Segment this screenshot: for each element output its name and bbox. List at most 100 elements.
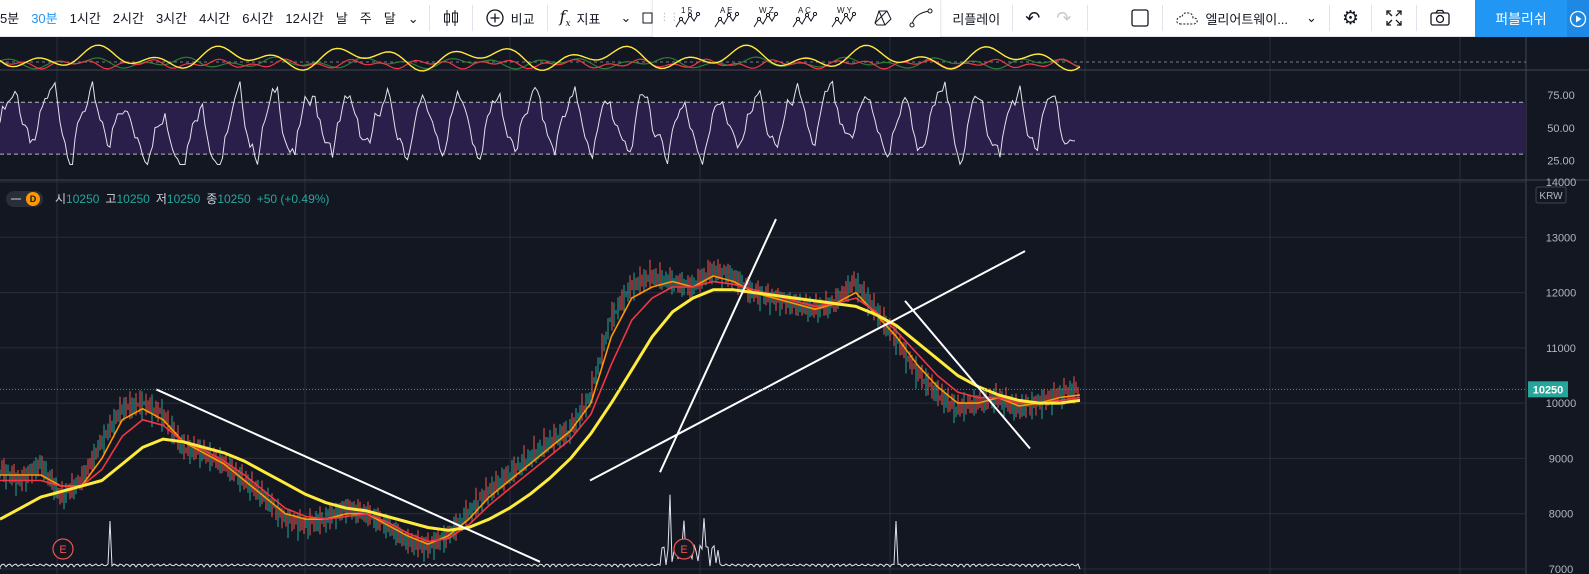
chevron-down-icon: ⌄ <box>620 10 632 25</box>
close-label: 종 <box>206 192 218 206</box>
rsi-axis-label: 75.00 <box>1547 90 1575 102</box>
snapshot-button[interactable] <box>1421 0 1459 37</box>
chart-canvas[interactable]: EE 75.0050.0025.001400013000120001100010… <box>0 37 1589 574</box>
price-axis[interactable]: 75.0050.0025.001400013000120001100010000… <box>1528 90 1576 574</box>
templates-icon[interactable] <box>639 0 653 37</box>
publish-button[interactable]: 퍼블리쉬 <box>1475 0 1567 37</box>
replay-button[interactable]: 리플레이 <box>940 0 1008 37</box>
rsi-axis-label: 25.00 <box>1547 156 1575 168</box>
plus-circle-icon <box>485 9 504 27</box>
pattern-button-4[interactable]: W Y <box>823 0 862 37</box>
interval-3[interactable]: 2시간 <box>107 0 150 37</box>
change-value: +50 (+0.49%) <box>256 191 330 206</box>
interval-10[interactable]: 달 <box>378 0 402 37</box>
osc-line-yellow <box>0 44 1081 72</box>
interval-9[interactable]: 주 <box>354 0 378 37</box>
indicators-label: 지표 <box>576 11 601 27</box>
curve-tool-button[interactable] <box>901 0 940 37</box>
pattern-label: W Z <box>759 6 774 15</box>
drag-handle-icon[interactable]: ⋮⋮ <box>659 13 679 23</box>
candlestick-icon <box>443 10 458 26</box>
indicators-button[interactable]: fx 지표 ⌄ <box>552 0 640 37</box>
compare-label: 비교 <box>510 11 535 27</box>
toolbar-divider <box>428 5 430 31</box>
price-pane: EE <box>0 218 1526 570</box>
rsi-pane <box>0 80 1526 166</box>
publish-dropdown-button[interactable] <box>1567 0 1589 37</box>
redo-button[interactable]: ↷ <box>1048 0 1079 37</box>
chart-area[interactable]: EE 75.00 50.00 25.00 14000 13000 12000 11000 10… <box>0 37 1589 574</box>
fullscreen-layout-button[interactable] <box>1122 0 1158 37</box>
curve-icon <box>909 8 933 28</box>
interval-dropdown-chevron-icon[interactable]: ⌄ <box>402 0 425 37</box>
price-tick-label: 13000 <box>1546 232 1577 244</box>
low-value: 10250 <box>166 191 201 206</box>
close-value: 10250 <box>217 191 251 206</box>
layout-save-button[interactable]: 엘리어트웨이... ⌄ <box>1167 0 1325 37</box>
toolbar-divider <box>1087 5 1089 31</box>
interval-group: 5분 30분 1시간 2시간 3시간 4시간 6시간 12시간 날 주 달 <box>0 0 402 37</box>
interval-8[interactable]: 날 <box>330 0 354 37</box>
pattern-button-0[interactable]: 1 5 <box>667 0 706 37</box>
ohlc-legend: D 시 10250 고 10250 저 10250 종 10250 +50 (+0.49… <box>6 190 329 207</box>
undo-icon: ↶ <box>1025 7 1041 28</box>
wave-pattern-icon: 1 5 <box>675 6 700 28</box>
pattern-tool-button[interactable] <box>862 0 901 37</box>
trendline <box>155 388 541 563</box>
open-label: 시 <box>55 192 67 206</box>
toolbar-divider <box>1012 5 1014 31</box>
chevron-down-icon: ⌄ <box>1306 10 1317 25</box>
wave-pattern-icon: W Z <box>753 6 778 28</box>
undo-button[interactable]: ↶ <box>1017 0 1048 37</box>
toolbar-divider <box>546 5 548 31</box>
redo-icon: ↷ <box>1056 7 1072 28</box>
interval-5[interactable]: 4시간 <box>193 0 236 37</box>
price-tick-label: 10000 <box>1546 398 1577 410</box>
wave-pattern-icon: W Y <box>831 6 856 28</box>
high-label: 고 <box>105 192 117 206</box>
price-tick-label: 12000 <box>1546 288 1577 300</box>
event-label: E <box>680 544 687 556</box>
wave-pattern-icon: A C <box>792 6 817 28</box>
pattern-button-2[interactable]: W Z <box>745 0 784 37</box>
pattern-button-1[interactable]: A E <box>706 0 745 37</box>
replay-label: 리플레이 <box>952 11 1001 27</box>
price-tick-label: 8000 <box>1549 509 1573 521</box>
oscillator-pane <box>0 44 1526 72</box>
layout-name: 엘리어트웨이... <box>1205 11 1289 27</box>
chart-style-button[interactable] <box>434 0 468 37</box>
volume-line <box>0 494 1081 570</box>
interval-2[interactable]: 1시간 <box>64 0 107 37</box>
interval-7[interactable]: 12시간 <box>279 0 329 37</box>
high-value: 10250 <box>116 191 150 206</box>
symbol-pill[interactable]: D <box>6 190 43 207</box>
play-circle-icon <box>1569 10 1587 27</box>
toolbar-divider <box>471 5 473 31</box>
publish-label: 퍼블리쉬 <box>1495 10 1547 27</box>
pattern-button-3[interactable]: A C <box>784 0 823 37</box>
interval-6[interactable]: 6시간 <box>236 0 279 37</box>
expand-icon <box>1386 10 1402 26</box>
toolbar-divider <box>1416 5 1417 31</box>
settings-button[interactable]: ⚙ <box>1334 0 1367 37</box>
price-tick-label: 7000 <box>1549 564 1573 574</box>
camera-icon <box>1430 9 1450 26</box>
toolbar-divider <box>1371 5 1372 31</box>
compare-button[interactable]: 비교 <box>477 0 543 37</box>
fullscreen-button[interactable] <box>1376 0 1412 37</box>
interval-0[interactable]: 5분 <box>0 0 25 37</box>
collapse-icon <box>11 197 21 200</box>
price-tick-label: 9000 <box>1549 453 1573 465</box>
trendline <box>904 300 1031 450</box>
wave-pattern-icon: A E <box>714 6 739 28</box>
interval-1[interactable]: 30분 <box>25 0 63 37</box>
interval-4[interactable]: 3시간 <box>150 0 193 37</box>
currency-label: KRW <box>1539 191 1563 202</box>
hexagon-pattern-icon <box>874 10 892 26</box>
drawing-toolbar: ⋮⋮ 1 5 A E W Z A C W Y <box>653 0 941 37</box>
delay-badge: D <box>26 191 40 206</box>
toolbar-divider <box>1328 5 1330 31</box>
square-icon <box>1131 9 1150 27</box>
pattern-group: 1 5 A E W Z A C W Y <box>667 0 862 37</box>
rsi-axis-label: 50.00 <box>1547 123 1575 135</box>
